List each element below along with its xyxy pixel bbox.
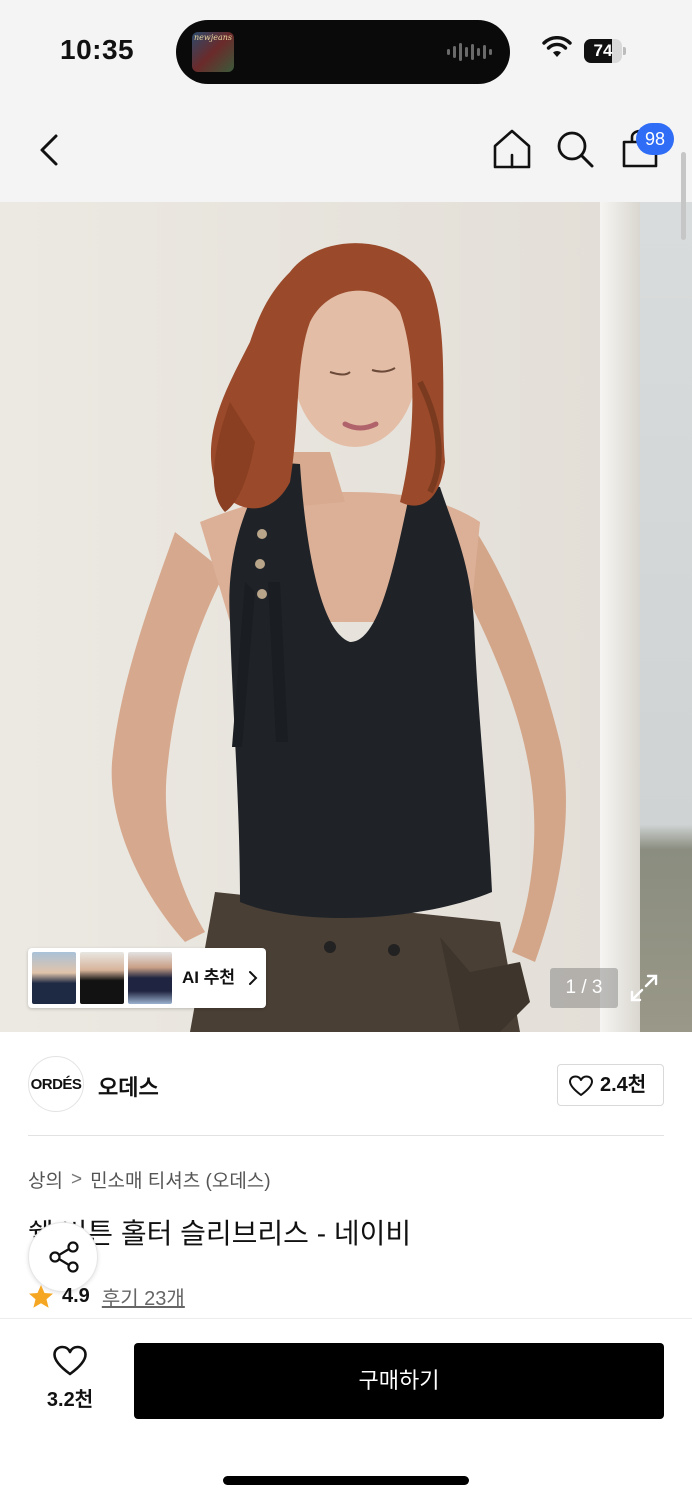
recommend-thumbnail[interactable]: [128, 952, 172, 1004]
dynamic-island[interactable]: newjeans: [176, 20, 510, 84]
expand-icon[interactable]: [624, 968, 664, 1008]
buy-button[interactable]: 구매하기: [134, 1343, 664, 1419]
cart-count-badge: 98: [636, 123, 674, 155]
chevron-left-icon[interactable]: [32, 130, 68, 170]
recommend-thumbnail[interactable]: [80, 952, 124, 1004]
ai-recommend-card[interactable]: AI 추천: [28, 948, 266, 1008]
scrollbar[interactable]: [681, 152, 686, 240]
heart-outline-icon: [569, 1075, 593, 1096]
breadcrumb-item[interactable]: 상의: [28, 1166, 63, 1193]
home-indicator[interactable]: [223, 1476, 469, 1485]
brand-row[interactable]: ORDÉS 오데스 2.4천: [0, 1032, 692, 1136]
brand-logo[interactable]: ORDÉS: [28, 1056, 84, 1112]
wishlist-button[interactable]: 3.2천: [28, 1345, 112, 1423]
breadcrumb-item[interactable]: 민소매 티셔츠 (오데스): [90, 1166, 271, 1193]
recommend-thumbnail[interactable]: [32, 952, 76, 1004]
audio-wave-icon: [447, 42, 492, 62]
battery-level: 74: [593, 41, 613, 60]
brand-like-button[interactable]: 2.4천: [557, 1064, 664, 1106]
brand-like-count: 2.4천: [600, 1074, 647, 1096]
image-counter: 1 / 3: [550, 968, 618, 1008]
review-count-link[interactable]: 후기 23개: [102, 1282, 185, 1311]
product-image-gallery[interactable]: AI 추천 1 / 3: [0, 202, 692, 1032]
status-bar: 10:35 newjeans 74: [0, 0, 692, 100]
divider: [28, 1135, 664, 1136]
product-photo: [111, 243, 566, 1032]
top-nav-bar: [0, 100, 692, 202]
ai-recommend-label: AI 추천: [182, 968, 236, 987]
now-playing-art-text: newjeans: [194, 33, 232, 42]
home-icon[interactable]: [490, 126, 534, 172]
brand-name[interactable]: 오데스: [98, 1070, 159, 1102]
now-playing-artwork: newjeans: [192, 32, 234, 72]
status-time: 10:35: [60, 34, 135, 65]
star-icon: [29, 1285, 53, 1308]
wishlist-count: 3.2천: [46, 1389, 94, 1411]
battery-indicator: 74: [584, 39, 626, 63]
search-icon[interactable]: [554, 128, 596, 170]
rating-score: 4.9: [62, 1285, 90, 1307]
bottom-action-bar: 3.2천 구매하기: [0, 1318, 692, 1500]
breadcrumb-separator: >: [70, 1168, 83, 1190]
chevron-right-icon: [249, 971, 258, 985]
wifi-icon: [542, 36, 572, 57]
breadcrumb: 상의 > 민소매 티셔츠 (오데스): [28, 1166, 271, 1193]
heart-outline-icon: [53, 1345, 87, 1376]
share-icon: [49, 1241, 79, 1273]
rating-row: 4.9 후기 23개: [28, 1282, 185, 1311]
